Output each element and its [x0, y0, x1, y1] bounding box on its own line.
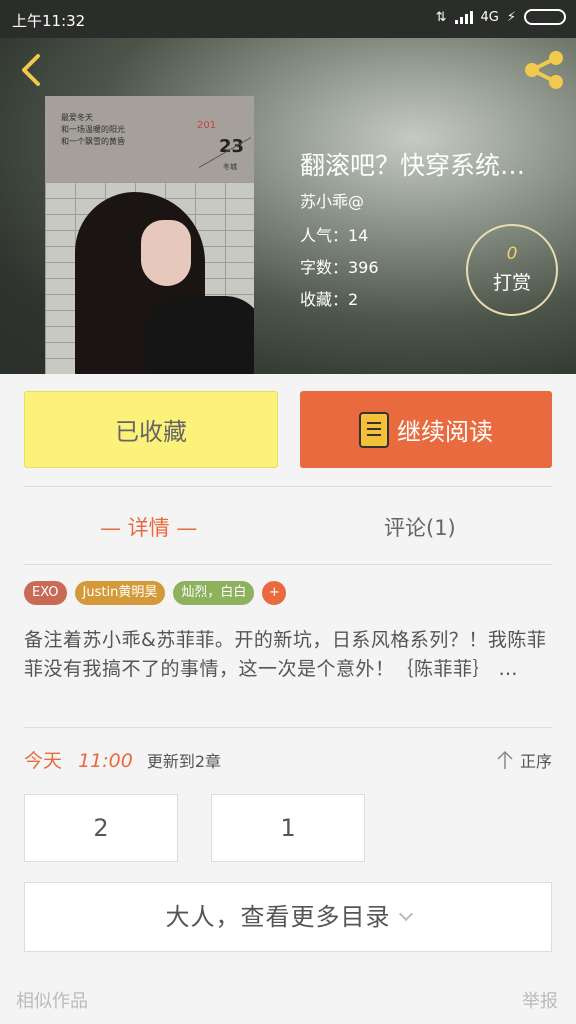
more-chapters-label: 大人，查看更多目录: [165, 903, 391, 931]
cover-poem: 最爱冬天 和一场温暖的阳光 和一个飘雪的黄昏: [61, 113, 125, 146]
reward-count: 0: [506, 244, 518, 264]
book-popularity: 人气：14: [300, 226, 369, 245]
divider: [24, 564, 552, 565]
data-transfer-icon: ⇅: [435, 9, 447, 25]
book-title: 翻滚吧？快穿系统…: [300, 151, 526, 180]
tab-bar: — 详情 — 评论(1): [24, 488, 552, 564]
book-favorites: 收藏：2: [300, 290, 359, 309]
chapter-item[interactable]: 2: [24, 794, 178, 862]
charging-icon: ⚡: [506, 9, 516, 25]
tab-detail[interactable]: — 详情 —: [100, 512, 197, 542]
report-link[interactable]: 举报: [522, 987, 558, 1013]
book-description[interactable]: 备注着苏小乖&苏菲菲。开的新坑，日系风格系列？！我陈菲菲没有我搞不了的事情，这一…: [24, 626, 554, 684]
update-text: 更新到2章: [146, 752, 222, 771]
update-info: 今天 11:00 更新到2章 正序: [24, 746, 552, 776]
sort-order-button[interactable]: 正序: [496, 748, 552, 772]
tab-comment[interactable]: 评论(1): [384, 512, 456, 542]
collected-button[interactable]: 已收藏: [24, 391, 278, 468]
add-tag-button[interactable]: +: [262, 581, 287, 605]
continue-reading-label: 继续阅读: [397, 418, 493, 446]
book-cover[interactable]: 最爱冬天 和一场温暖的阳光 和一个飘雪的黄昏 201 23 冬城: [45, 96, 254, 374]
cover-number-small: 201: [197, 120, 217, 131]
divider: [24, 727, 552, 728]
reward-button[interactable]: 0 打赏: [466, 224, 558, 316]
tag-item[interactable]: EXO: [24, 581, 67, 605]
book-header: 最爱冬天 和一场温暖的阳光 和一个飘雪的黄昏 201 23 冬城 翻滚吧？快穿系…: [0, 38, 576, 374]
collected-label: 已收藏: [115, 418, 187, 446]
clock: 上午11:32: [12, 12, 86, 30]
tag-list: EXO Justin黄明昊 灿烈，白白 +: [24, 581, 287, 605]
back-icon[interactable]: [14, 52, 50, 88]
book-author[interactable]: 苏小乖@: [300, 188, 364, 212]
status-bar: 上午11:32 ⇅ 4G ⚡: [0, 0, 576, 38]
share-icon[interactable]: [520, 48, 568, 92]
battery-icon: [524, 9, 566, 25]
chapter-item[interactable]: 1: [211, 794, 365, 862]
arrow-up-icon: [497, 750, 513, 769]
continue-reading-button[interactable]: 继续阅读: [300, 391, 552, 468]
update-time: 11:00: [78, 750, 133, 772]
reward-label: 打赏: [492, 272, 531, 294]
cover-figure-body: [145, 296, 254, 374]
update-day: 今天: [24, 750, 63, 772]
network-type: 4G: [480, 9, 499, 25]
signal-icon: [454, 10, 473, 24]
chevron-down-icon: [398, 906, 413, 922]
book-icon: [359, 411, 389, 448]
tag-item[interactable]: Justin黄明昊: [74, 581, 166, 605]
divider: [24, 486, 552, 487]
book-word-count: 字数：396: [300, 258, 379, 277]
similar-works-link[interactable]: 相似作品: [16, 987, 88, 1013]
more-chapters-button[interactable]: 大人，查看更多目录: [24, 882, 552, 952]
cover-caption: 冬城: [223, 163, 237, 171]
sort-order-label: 正序: [519, 752, 552, 771]
cover-figure-face: [141, 220, 191, 286]
tag-item[interactable]: 灿烈，白白: [173, 581, 255, 605]
